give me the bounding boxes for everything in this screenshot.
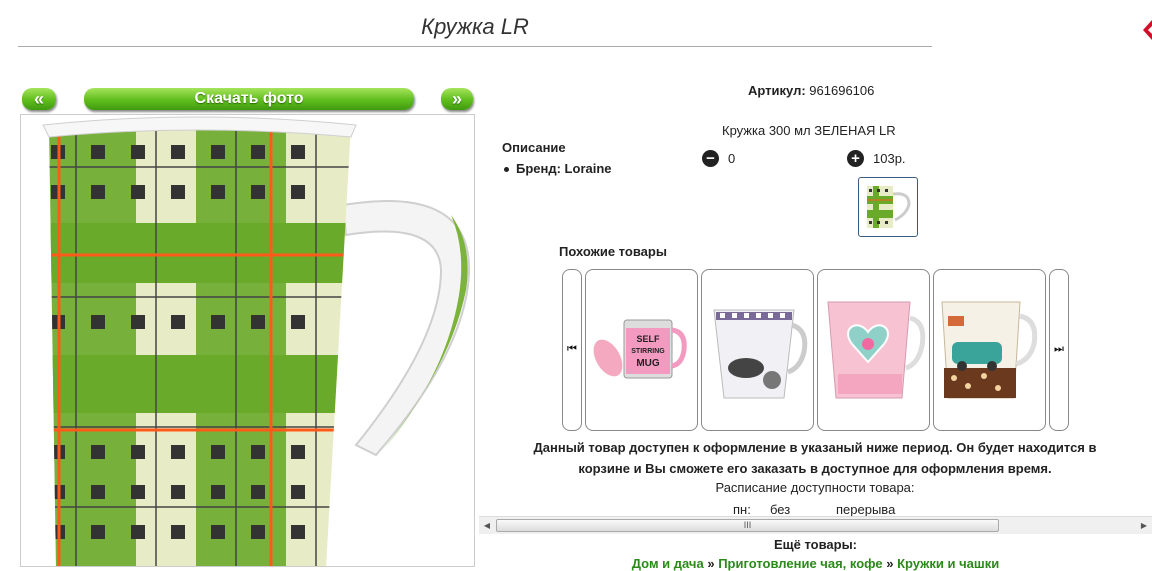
similar-item-fashion-mug[interactable]: [701, 269, 814, 431]
variant-name: Кружка 300 мл ЗЕЛЕНАЯ LR: [722, 123, 896, 138]
crumb-home-garden[interactable]: Дом и дача: [632, 556, 704, 571]
availability-notice: Данный товар доступен к оформление в ука…: [495, 437, 1135, 479]
notice-line-2: корзине и Вы сможете его заказать в дост…: [578, 461, 1052, 476]
close-icon[interactable]: [1140, 18, 1152, 48]
schedule-no: без: [770, 502, 791, 517]
mug-text-self: SELF: [636, 334, 660, 344]
first-page-icon: ⏮: [567, 343, 577, 355]
schedule-day: пн:: [733, 502, 751, 517]
minus-circle-icon[interactable]: −: [702, 150, 719, 167]
download-photo-button[interactable]: Скачать фото: [84, 88, 414, 110]
carousel-next-button[interactable]: ⏭: [1049, 269, 1069, 431]
scroll-right-icon[interactable]: ▶: [1136, 517, 1152, 534]
crumb-separator: »: [886, 556, 894, 571]
price-value: 103р.: [873, 151, 906, 166]
category-breadcrumb: Дом и дача » Приготовление чая, кофе » К…: [479, 556, 1152, 571]
schedule-break: перерыва: [836, 502, 896, 517]
horizontal-scrollbar[interactable]: ◀ III ▶: [479, 516, 1152, 534]
last-page-icon: ⏭: [1054, 343, 1064, 355]
variant-thumbnail[interactable]: [858, 177, 918, 237]
notice-line-1: Данный товар доступен к оформление в ука…: [533, 440, 1097, 455]
title-divider: [18, 46, 932, 47]
page-title: Кружка LR: [421, 14, 529, 39]
description-title: Описание: [502, 140, 566, 155]
brand-line: Бренд: Loraine: [516, 161, 612, 176]
similar-title: Похожие товары: [559, 244, 667, 259]
product-photo[interactable]: [20, 114, 475, 567]
similar-item-car-mug[interactable]: [933, 269, 1046, 431]
more-products-title: Ещё товары:: [773, 537, 858, 552]
scroll-thumb[interactable]: III: [496, 519, 999, 532]
carousel-prev-button[interactable]: ⏮: [562, 269, 582, 431]
sku-row: Артикул: 961696106: [748, 83, 874, 98]
similar-item-self-stirring-mug[interactable]: SELF STIRRING MUG: [585, 269, 698, 431]
mug-text-stirring: STIRRING: [631, 348, 665, 355]
schedule-title: Расписание доступности товара:: [715, 480, 915, 495]
bullet-icon: [504, 167, 509, 173]
sku-value: 961696106: [809, 83, 875, 98]
next-photo-button[interactable]: »: [441, 88, 473, 110]
crumb-tea-coffee[interactable]: Приготовление чая, кофе: [718, 556, 882, 571]
similar-item-heart-mug[interactable]: [817, 269, 930, 431]
sku-label: Артикул:: [748, 83, 806, 98]
scroll-left-icon[interactable]: ◀: [479, 517, 495, 534]
mug-text-mug: MUG: [636, 358, 660, 369]
quantity-value: 0: [728, 151, 736, 166]
plus-circle-icon[interactable]: +: [847, 150, 864, 167]
crumb-separator: »: [707, 556, 715, 571]
description-list: Бренд: Loraine: [504, 161, 612, 176]
prev-photo-button[interactable]: «: [22, 88, 56, 110]
crumb-mugs-cups[interactable]: Кружки и чашки: [897, 556, 999, 571]
